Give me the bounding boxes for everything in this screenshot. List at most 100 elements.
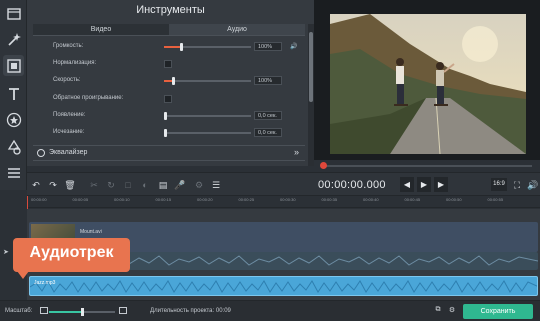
tab-video[interactable]: Видео [33,24,169,35]
normalize-row: Нормализация: [53,59,293,69]
ruler-tick: 00:00:55 [487,197,504,202]
ruler-tick: 00:00:50 [446,197,462,202]
volume-row: Громкость: 100% 🔊 [53,42,297,52]
speed-slider-knob[interactable] [171,77,175,85]
panel-title: Инструменты [136,4,205,16]
volume-slider-knob[interactable] [180,43,184,51]
status-bar: Масштаб: Длительность проекта: 00:09 ⧉ ⚙… [0,300,540,321]
left-toolbar [0,0,27,190]
ruler-tick: 00:00:20 [197,197,213,202]
crop-icon[interactable]: □ [121,178,135,192]
project-duration: Длительность проекта: 00:09 [150,308,231,314]
undo-icon[interactable]: ↶ [29,178,43,192]
timeline-ruler[interactable]: 00:00:00 00:00:05 00:00:10 00:00:15 00:00:20… [27,196,540,208]
shapes-icon[interactable] [3,136,24,157]
filmstrip-icon[interactable] [3,55,24,76]
zoom-in-icon[interactable] [119,307,127,314]
preview-image [330,14,526,154]
audio-clip-name: Jazz.mp3 [34,280,56,286]
callout-text: Аудиотрек [29,244,114,261]
zoom-out-icon[interactable] [40,307,48,314]
zoom-slider[interactable] [49,308,115,316]
ruler-tick: 00:00:10 [114,197,130,202]
rotate-icon[interactable]: ↻ [104,178,118,192]
aspect-ratio-button[interactable]: 16:9 [491,178,507,191]
settings-icon[interactable]: ⚙ [192,178,206,192]
fade-out-slider-knob[interactable] [164,129,167,137]
video-editor-window: Инструменты Видео Аудио Громкость: 100% … [0,0,540,321]
equalizer-section[interactable]: Эквалайзер » [33,145,305,159]
fade-out-slider[interactable] [164,129,251,137]
equalizer-toggle[interactable] [37,149,45,157]
reverse-checkbox[interactable] [164,95,172,103]
next-section-divider [33,160,305,166]
volume-value[interactable]: 100% [254,42,282,51]
fade-out-value[interactable]: 0,0 сек. [254,128,282,137]
zoom-slider-knob[interactable] [81,308,84,316]
ruler-tick: 00:00:25 [238,197,255,202]
star-icon[interactable] [3,109,24,130]
ruler-tick: 00:00:45 [404,197,421,202]
zoom-label: Масштаб: [5,308,33,314]
volume-label: Громкость: [53,43,84,49]
seekbar-track[interactable] [322,165,532,167]
menu-icon[interactable] [3,162,24,183]
callout-tail [17,271,29,279]
volume-icon[interactable]: 🔊 [526,178,540,192]
play-button[interactable]: ▶ [417,177,431,192]
cut-icon[interactable]: ✂ [87,178,101,192]
text-icon[interactable] [3,83,24,104]
fade-in-slider-knob[interactable] [164,112,167,120]
expand-arrow-icon[interactable]: ➤ [3,248,9,256]
fade-in-label: Появление: [53,112,86,118]
timecode-display: 00:00:00.000 [318,179,386,191]
preview-frame [330,14,526,154]
image-icon[interactable]: ▤ [156,178,170,192]
microphone-icon[interactable]: 🎤 [173,178,187,192]
reverse-row: Обратное проигрывание: [53,94,293,104]
fade-in-value[interactable]: 0,0 сек. [254,111,282,120]
preview-seekbar[interactable] [314,160,540,172]
save-button[interactable]: Сохранить [463,304,533,319]
ruler-tick: 00:00:30 [280,197,296,202]
trash-icon[interactable]: 🗑 [63,178,77,192]
speed-value[interactable]: 100% [254,76,282,85]
clip-icon[interactable] [3,3,24,24]
seekbar-knob[interactable] [320,162,327,169]
ruler-tick: 00:00:05 [72,197,89,202]
ruler-tick: 00:00:15 [155,197,172,202]
speed-slider[interactable] [164,77,251,85]
normalize-label: Нормализация: [53,60,97,66]
tools-panel: Инструменты Видео Аудио Громкость: 100% … [27,0,314,166]
prev-frame-button[interactable]: ◀ [400,177,414,192]
equalizer-label: Эквалайзер [49,149,88,156]
fullscreen-icon[interactable]: ⛶ [510,178,524,192]
color-adjust-icon[interactable]: ◐ [138,178,152,192]
tab-audio[interactable]: Аудио [169,24,305,35]
chevron-double-right-icon[interactable]: » [294,147,299,157]
redo-icon[interactable]: ↷ [46,178,60,192]
audio-track-callout: Аудиотрек [13,238,130,279]
audio-clip[interactable]: Jazz.mp3 [29,276,538,296]
panel-scrollbar-thumb[interactable] [309,32,313,102]
expand-icon[interactable]: ⧉ [432,306,444,317]
magic-wand-icon[interactable] [3,29,24,50]
next-frame-button[interactable]: ▶ [434,177,448,192]
equalizer-icon[interactable]: ☰ [209,178,223,192]
normalize-checkbox[interactable] [164,60,172,68]
fade-in-slider[interactable] [164,112,251,120]
reverse-label: Обратное проигрывание: [53,95,124,101]
gear-icon[interactable]: ⚙ [446,306,458,317]
fade-out-row: Исчезание: 0,0 сек. [53,128,293,138]
video-clip-name: Mount.avi [80,229,102,235]
video-preview [314,0,540,160]
zoom-slider-fill [49,311,82,313]
fade-in-row: Появление: 0,0 сек. [53,111,293,121]
tab-divider [33,35,305,36]
ruler-tick: 00:00:35 [321,197,338,202]
fade-out-label: Исчезание: [53,129,85,135]
volume-slider-fill [164,46,182,48]
volume-slider[interactable] [164,43,251,51]
speaker-icon[interactable]: 🔊 [290,43,297,50]
speed-row: Скорость: 100% [53,76,293,86]
